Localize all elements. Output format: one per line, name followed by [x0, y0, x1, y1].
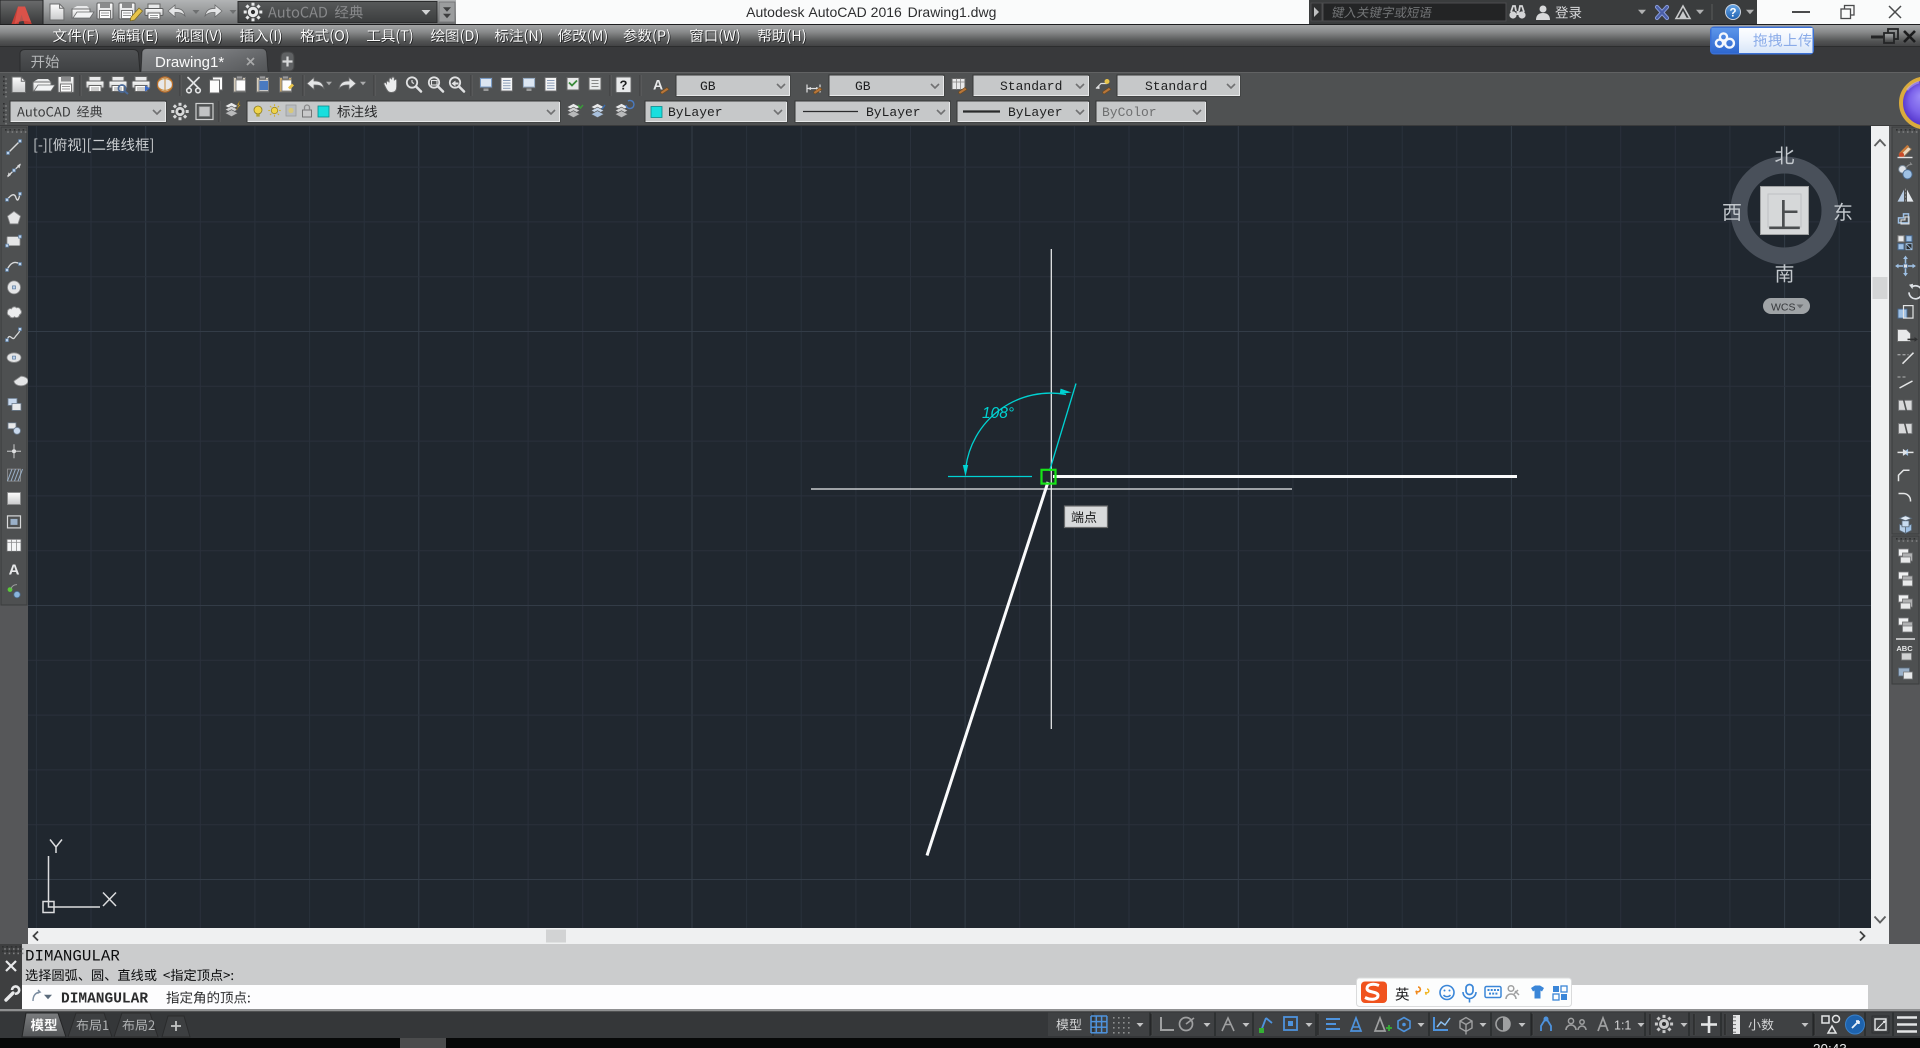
svg-text:Drawing1*: Drawing1*: [155, 54, 224, 71]
svg-text:WCS: WCS: [1771, 302, 1796, 314]
svg-text:ByColor: ByColor: [1102, 105, 1157, 120]
svg-text:GB: GB: [855, 79, 871, 94]
svg-text:Autodesk AutoCAD 2016: Autodesk AutoCAD 2016: [746, 4, 902, 20]
svg-text:ABC: ABC: [1896, 644, 1913, 653]
svg-text:DIMANGULAR: DIMANGULAR: [25, 948, 120, 966]
svg-text:A: A: [653, 77, 663, 93]
svg-text:A: A: [9, 562, 20, 579]
svg-text:GB: GB: [700, 79, 716, 94]
svg-text:Drawing1.dwg: Drawing1.dwg: [908, 4, 997, 20]
svg-text:ByLayer: ByLayer: [668, 105, 723, 120]
svg-text:1:1: 1:1: [1614, 1019, 1631, 1033]
svg-text:DIMANGULAR: DIMANGULAR: [61, 992, 148, 1008]
svg-text:20:43: 20:43: [1813, 1042, 1847, 1048]
svg-text:Standard: Standard: [1145, 79, 1207, 94]
svg-text:108°: 108°: [982, 405, 1014, 422]
svg-text:?: ?: [1729, 8, 1736, 20]
svg-text:ByLayer: ByLayer: [1008, 105, 1063, 120]
svg-text:Standard: Standard: [1000, 79, 1062, 94]
svg-text:ByLayer: ByLayer: [866, 105, 921, 120]
svg-text:?: ?: [620, 78, 628, 93]
